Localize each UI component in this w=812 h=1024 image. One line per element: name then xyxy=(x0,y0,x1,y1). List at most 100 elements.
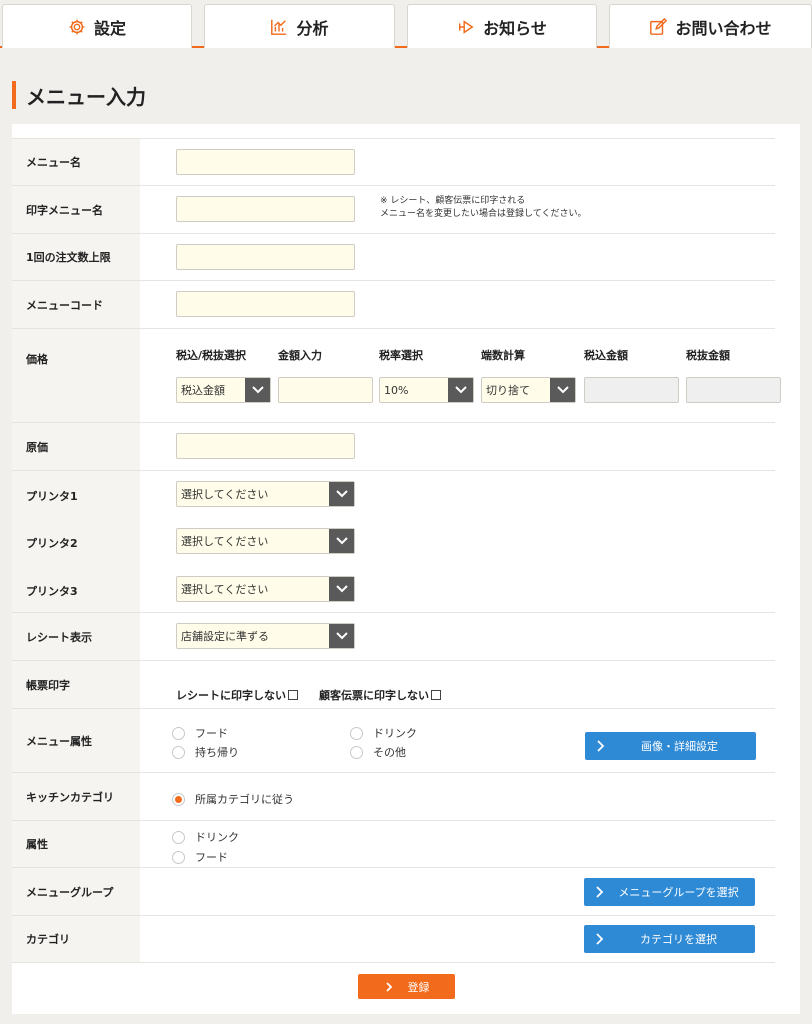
row-printers: プリンタ1 プリンタ2 プリンタ3 選択してください 選択してください 選択して… xyxy=(12,470,775,612)
row-category: カテゴリ カテゴリを選択 xyxy=(12,915,775,963)
rounding-select[interactable]: 切り捨て xyxy=(481,377,576,403)
printer1-select[interactable]: 選択してください xyxy=(176,481,355,507)
edit-icon xyxy=(650,17,668,35)
printer2-label: プリンタ2 xyxy=(26,537,78,550)
tab-notice[interactable]: お知らせ xyxy=(407,4,597,48)
tax-rate-select[interactable]: 10% xyxy=(379,377,474,403)
print-menu-name-note: ※ レシート、顧客伝票に印字される メニュー名を変更したい場合は登録してください… xyxy=(380,195,586,221)
menu-group-label: メニューグループ xyxy=(12,868,140,915)
row-menu-group: メニューグループ メニューグループを選択 xyxy=(12,867,775,915)
chevron-down-icon xyxy=(245,378,270,402)
tax-type-value: 税込金額 xyxy=(181,384,225,397)
cost-input[interactable] xyxy=(176,433,355,459)
chevron-right-icon xyxy=(597,740,605,752)
no-receipt-label: レシートに印字しない xyxy=(176,689,286,702)
chevron-down-icon xyxy=(448,378,473,402)
image-detail-button-label: 画像・詳細設定 xyxy=(641,740,718,753)
row-price: 価格 税込/税抜選択 金額入力 税率選択 端数計算 税込金額 税抜金額 税込金額… xyxy=(12,328,781,422)
tab-analysis-label: 分析 xyxy=(296,18,329,38)
menu-code-input[interactable] xyxy=(176,291,355,317)
bar-chart-icon xyxy=(271,19,287,35)
row-print-menu-name: 印字メニュー名 ※ レシート、顧客伝票に印字される メニュー名を変更したい場合は… xyxy=(12,185,775,233)
kitchen-category-radio[interactable]: 所属カテゴリに従う xyxy=(172,791,294,807)
tab-contact-label: お問い合わせ xyxy=(675,18,772,38)
price-header-tax-included: 税込金額 xyxy=(584,349,628,362)
radio-icon xyxy=(172,830,185,844)
select-category-label: カテゴリを選択 xyxy=(640,933,717,946)
radio-icon xyxy=(350,745,363,759)
register-button[interactable]: 登録 xyxy=(358,974,455,999)
page-title-text: メニュー入力 xyxy=(26,84,146,109)
radio-icon xyxy=(172,850,185,864)
radio-icon xyxy=(172,745,185,759)
menu-attr-other-radio[interactable]: その他 xyxy=(350,744,406,760)
price-header-amount: 金額入力 xyxy=(278,349,322,362)
price-header-tax-excluded: 税抜金額 xyxy=(686,349,730,362)
chevron-right-icon xyxy=(596,933,604,945)
printer3-value: 選択してください xyxy=(181,583,269,596)
slip-print-label: 帳票印字 xyxy=(12,661,140,708)
select-menu-group-button[interactable]: メニューグループを選択 xyxy=(584,878,755,906)
kitchen-category-label: キッチンカテゴリ xyxy=(12,773,140,820)
radio-icon xyxy=(172,726,185,740)
tax-rate-value: 10% xyxy=(384,383,409,397)
row-menu-attr: メニュー属性 フード ドリンク 持ち帰り その他 画像・詳細設定 xyxy=(12,708,775,772)
tax-excluded-field xyxy=(686,377,781,403)
tab-contact[interactable]: お問い合わせ xyxy=(609,4,812,48)
price-header-tax-rate: 税率選択 xyxy=(379,349,423,362)
row-slip-print: 帳票印字 レシートに印字しない 顧客伝票に印字しない xyxy=(12,660,775,708)
price-header-rounding: 端数計算 xyxy=(481,349,525,362)
rounding-value: 切り捨て xyxy=(486,384,530,397)
attribute-drink-label: ドリンク xyxy=(195,831,239,844)
chevron-down-icon xyxy=(329,529,354,553)
cost-label: 原価 xyxy=(12,423,140,470)
menu-attr-food-label: フード xyxy=(195,727,228,740)
print-menu-name-input[interactable] xyxy=(176,196,355,222)
top-nav: 設定 分析 お知らせ お問い合わせ xyxy=(0,0,812,48)
menu-attr-takeout-radio[interactable]: 持ち帰り xyxy=(172,744,239,760)
chevron-down-icon xyxy=(329,577,354,601)
menu-attr-food-radio[interactable]: フード xyxy=(172,725,228,741)
tax-type-select[interactable]: 税込金額 xyxy=(176,377,271,403)
menu-name-input[interactable] xyxy=(176,149,355,175)
chevron-down-icon xyxy=(329,624,354,648)
order-limit-input[interactable] xyxy=(176,244,355,270)
menu-attr-other-label: その他 xyxy=(373,746,406,759)
price-label: 価格 xyxy=(12,329,140,422)
megaphone-icon xyxy=(459,19,474,34)
tab-analysis[interactable]: 分析 xyxy=(204,4,395,48)
menu-code-label: メニューコード xyxy=(12,281,140,328)
row-receipt-display: レシート表示 店舗設定に準ずる xyxy=(12,612,775,660)
printer1-label: プリンタ1 xyxy=(26,490,78,503)
image-detail-button[interactable]: 画像・詳細設定 xyxy=(585,732,756,760)
radio-icon xyxy=(350,726,363,740)
tab-settings[interactable]: 設定 xyxy=(2,4,192,48)
chevron-right-icon xyxy=(596,886,604,898)
no-customer-slip-checkbox[interactable]: 顧客伝票に印字しない xyxy=(319,687,441,703)
select-category-button[interactable]: カテゴリを選択 xyxy=(584,925,755,953)
row-order-limit: 1回の注文数上限 xyxy=(12,233,775,280)
attribute-food-radio[interactable]: フード xyxy=(172,849,228,865)
printer3-select[interactable]: 選択してください xyxy=(176,576,355,602)
attribute-drink-radio[interactable]: ドリンク xyxy=(172,829,239,845)
tab-notice-label: お知らせ xyxy=(483,18,547,38)
row-attribute: 属性 ドリンク フード xyxy=(12,820,775,867)
menu-attr-drink-radio[interactable]: ドリンク xyxy=(350,725,417,741)
select-menu-group-label: メニューグループを選択 xyxy=(618,886,739,899)
no-receipt-checkbox[interactable]: レシートに印字しない xyxy=(176,687,298,703)
order-limit-label: 1回の注文数上限 xyxy=(12,234,140,280)
chevron-down-icon xyxy=(329,482,354,506)
receipt-display-select[interactable]: 店舗設定に準ずる xyxy=(176,623,355,649)
kitchen-category-option-label: 所属カテゴリに従う xyxy=(195,793,294,806)
register-button-label: 登録 xyxy=(407,980,430,994)
attribute-label: 属性 xyxy=(12,821,140,867)
menu-name-label: メニュー名 xyxy=(12,139,140,185)
printer2-value: 選択してください xyxy=(181,535,269,548)
printer2-select[interactable]: 選択してください xyxy=(176,528,355,554)
gear-icon xyxy=(69,19,85,34)
tax-included-field xyxy=(584,377,679,403)
checkbox-icon xyxy=(288,690,298,700)
amount-input[interactable] xyxy=(278,377,373,403)
printer3-label: プリンタ3 xyxy=(26,585,78,598)
menu-attr-label: メニュー属性 xyxy=(12,709,140,772)
